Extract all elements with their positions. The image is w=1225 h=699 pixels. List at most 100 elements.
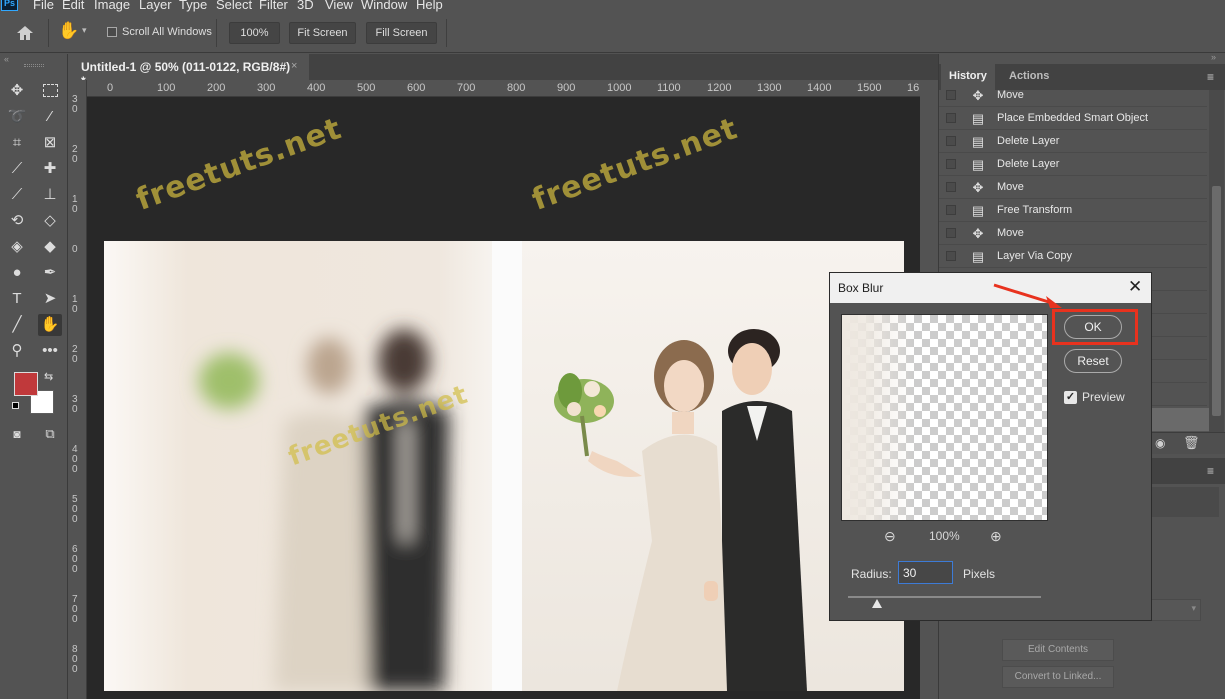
toolbar-grip[interactable] [24,64,44,67]
history-snapshot-checkbox[interactable] [946,205,956,215]
dialog-title: Box Blur [838,281,884,295]
close-tab-icon[interactable]: × [291,60,297,72]
fit-screen-button[interactable]: Fit Screen [289,22,356,44]
history-snapshot-checkbox[interactable] [946,182,956,192]
pen-tool-icon[interactable]: ✒ [38,262,62,284]
eraser-tool-icon[interactable]: ◇ [38,210,62,232]
document-pasteboard[interactable]: freetuts.net freetuts.net freetuts.net [87,97,920,699]
history-item[interactable]: ▤ Layer Via Copy [939,245,1207,268]
close-icon[interactable]: ✕ [1128,277,1142,297]
lasso-tool-icon[interactable]: ➰ [5,106,29,128]
filter-preview[interactable] [841,314,1048,521]
edit-contents-button[interactable]: Edit Contents [1002,639,1114,661]
frame-tool-icon[interactable]: ⊠ [38,132,62,154]
ruler-v-label: 4 0 0 [72,444,78,475]
history-item[interactable]: ✥ Move [939,176,1207,199]
document-icon: ▤ [971,111,985,126]
menu-filter[interactable]: Filter [259,0,288,12]
camera-icon[interactable]: ◉ [1155,436,1165,450]
menu-edit[interactable]: Edit [62,0,84,12]
more-tools-icon[interactable]: ••• [38,340,62,362]
fill-screen-button[interactable]: Fill Screen [366,22,437,44]
document-icon: ▤ [971,203,985,218]
default-colors-icon[interactable] [12,402,22,412]
panel-menu-icon[interactable]: ≡ [1207,464,1214,478]
history-snapshot-checkbox[interactable] [946,159,956,169]
preview-checkbox[interactable]: ✓ [1064,391,1077,404]
reset-button[interactable]: Reset [1064,349,1122,373]
dodge-tool-icon[interactable]: ● [5,262,29,284]
history-item[interactable]: ✥ Move [939,90,1207,107]
zoom-out-icon[interactable]: ⊖ [884,528,896,545]
history-snapshot-checkbox[interactable] [946,90,956,100]
radius-slider-thumb[interactable] [871,599,882,608]
history-item[interactable]: ▤ Free Transform [939,199,1207,222]
history-brush-tool-icon[interactable]: ⟲ [5,210,29,232]
type-tool-icon[interactable]: T [5,288,29,310]
hand-tool-icon[interactable]: ✋ [38,314,62,336]
menu-layer[interactable]: Layer [139,0,172,12]
magic-wand-tool-icon[interactable]: ⁄ [38,106,62,128]
ruler-h-label: 1500 [857,82,882,94]
history-item[interactable]: ▤ Place Embedded Smart Object [939,107,1207,130]
scroll-all-windows-checkbox[interactable] [107,27,117,37]
ruler-h-label: 1400 [807,82,832,94]
history-scrollbar[interactable] [1209,90,1224,435]
healing-brush-tool-icon[interactable]: ✚ [38,158,62,180]
history-snapshot-checkbox[interactable] [946,136,956,146]
history-item[interactable]: ▤ Delete Layer [939,130,1207,153]
move-tool-icon[interactable]: ✥ [5,80,29,102]
history-item[interactable]: ▤ Delete Layer [939,153,1207,176]
blur-tool-icon[interactable]: ◆ [38,236,62,258]
collapse-right-icon[interactable]: » [1211,52,1216,62]
menu-select[interactable]: Select [216,0,252,12]
document-tab[interactable]: Untitled-1 @ 50% (011-0122, RGB/8#) * × [69,54,309,88]
hand-tool-icon[interactable]: ✋ [58,21,79,43]
menu-file[interactable]: File [33,0,54,12]
paint-bucket-tool-icon[interactable]: ◈ [5,236,29,258]
history-snapshot-checkbox[interactable] [946,251,956,261]
convert-to-linked-button[interactable]: Convert to Linked... [1002,666,1114,688]
history-item-label: Move [997,90,1024,101]
path-selection-tool-icon[interactable]: ➤ [38,288,62,310]
menu-window[interactable]: Window [361,0,407,12]
move-icon: ✥ [972,226,984,241]
menu-type[interactable]: Type [179,0,207,12]
options-bar: ✋ ▾ Scroll All Windows 100% Fit Screen F… [0,13,1225,53]
trash-icon[interactable]: 🗑 [1183,435,1200,451]
menu-help[interactable]: Help [416,0,443,12]
radius-input[interactable] [898,561,953,584]
ruler-h-label: 700 [457,82,476,94]
menu-3d[interactable]: 3D [297,0,314,12]
brush-tool-icon[interactable]: ⟋ [5,184,29,206]
history-item[interactable]: ✥ Move [939,222,1207,245]
ruler-h-label: 200 [207,82,226,94]
ruler-h-label: 1300 [757,82,782,94]
crop-tool-icon[interactable]: ⌗ [5,132,29,154]
history-snapshot-checkbox[interactable] [946,113,956,123]
screen-mode-icon[interactable]: ⧉ [38,423,62,445]
line-tool-icon[interactable]: ╱ [5,314,29,336]
history-snapshot-checkbox[interactable] [946,228,956,238]
quick-mask-icon[interactable]: ◙ [5,423,29,445]
zoom-tool-icon[interactable]: ⚲ [5,340,29,362]
swap-colors-icon[interactable]: ⇆ [44,370,53,383]
ok-button[interactable]: OK [1064,315,1122,339]
menu-view[interactable]: View [325,0,353,12]
tab-actions[interactable]: Actions [1001,64,1057,90]
foreground-color-chip[interactable] [14,372,38,396]
ruler-h-label: 500 [357,82,376,94]
chevron-down-icon[interactable]: ▾ [82,25,92,39]
eyedropper-tool-icon[interactable]: ⟋ [5,158,29,180]
zoom-in-icon[interactable]: ⊕ [990,528,1002,545]
home-icon[interactable] [14,23,36,43]
clone-stamp-tool-icon[interactable]: ⊥ [38,184,62,206]
radius-slider-track[interactable] [848,596,1041,598]
canvas-image[interactable]: freetuts.net [104,241,904,691]
collapse-panel-icon[interactable]: « [4,54,9,64]
zoom-100-button[interactable]: 100% [229,22,280,44]
tab-history[interactable]: History [941,64,995,90]
menu-image[interactable]: Image [94,0,130,12]
panel-menu-icon[interactable]: ≡ [1207,70,1214,84]
marquee-tool-icon[interactable] [38,80,62,102]
